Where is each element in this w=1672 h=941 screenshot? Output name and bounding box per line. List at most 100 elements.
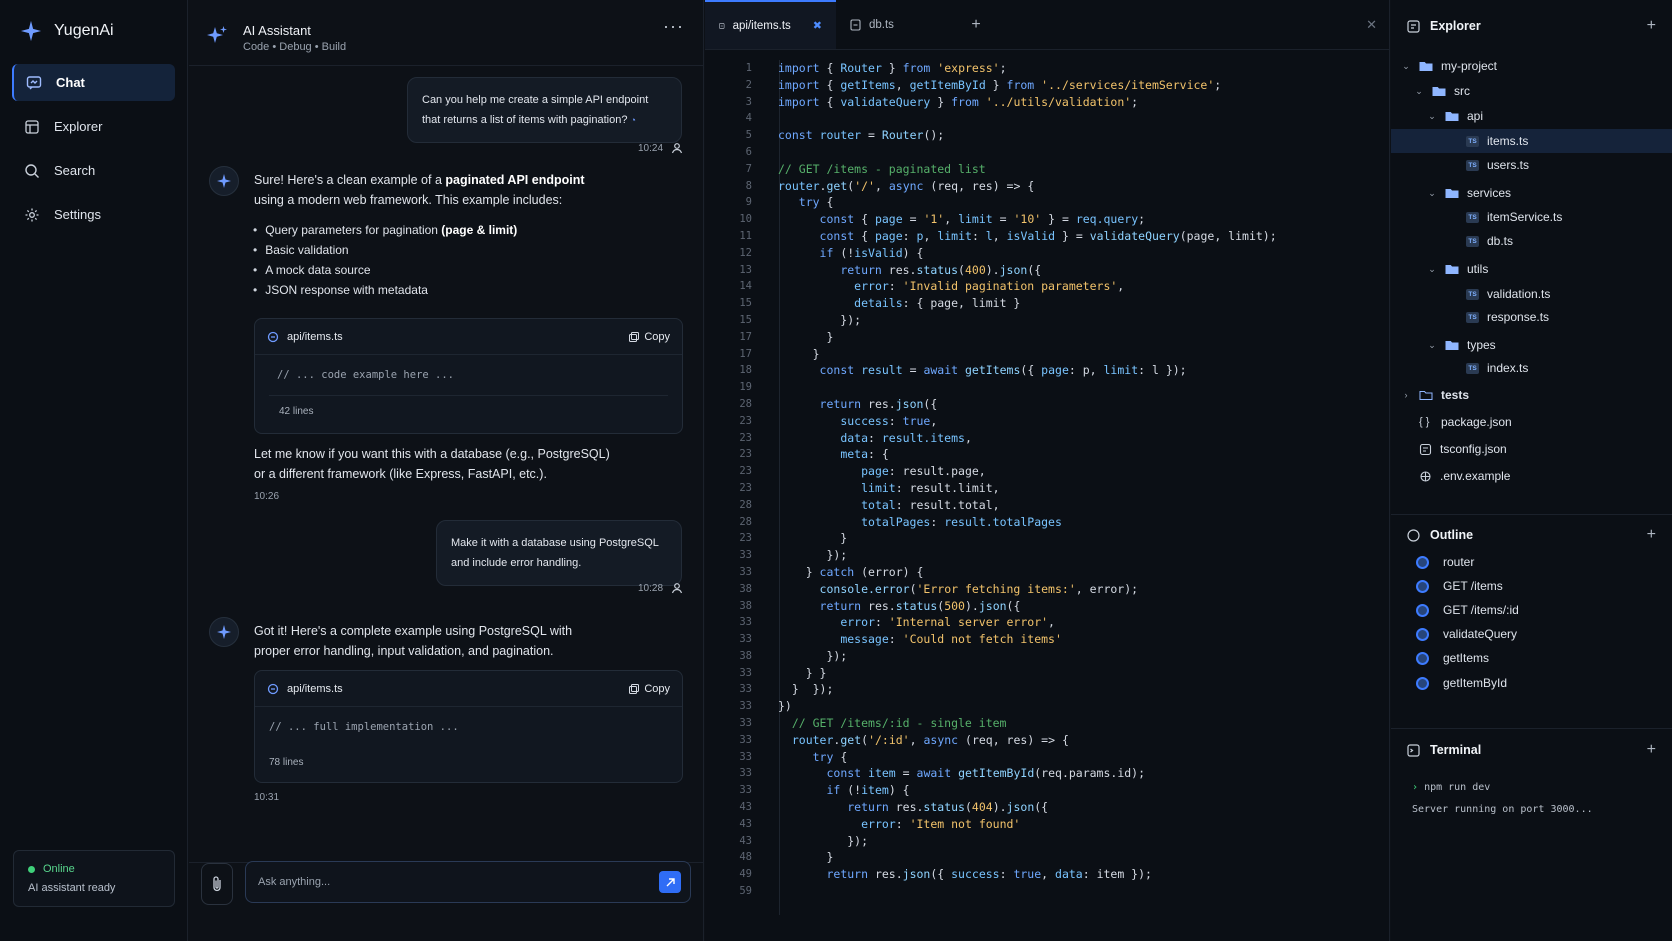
line-number: 43 — [739, 817, 752, 830]
chat-panel: AI Assistant Code • Debug • Build ··· Ca… — [189, 0, 704, 941]
tree-item-utils[interactable]: ⌄ utils — [1391, 257, 1672, 281]
tree-item-db-ts[interactable]: TS db.ts — [1391, 229, 1672, 253]
terminal-command[interactable]: › npm run dev — [1412, 782, 1490, 793]
chat-input-row — [189, 861, 704, 941]
tree-item-env-example[interactable]: .env.example — [1391, 464, 1672, 488]
code-line: page: result.page, — [861, 464, 986, 479]
typescript-file-icon: TS — [1466, 211, 1479, 223]
tree-item-src[interactable]: ⌄ src — [1391, 79, 1672, 103]
ai-avatar — [209, 617, 239, 647]
nav-item-chat[interactable]: Chat — [12, 64, 175, 101]
copy-button[interactable]: Copy — [629, 683, 670, 695]
send-icon — [666, 877, 675, 886]
folder-icon — [1432, 87, 1446, 96]
folder-icon — [1419, 62, 1433, 71]
tree-item-services[interactable]: ⌄ services — [1391, 181, 1672, 205]
attach-button[interactable] — [201, 863, 233, 905]
code-line: total: result.total, — [861, 497, 1000, 512]
env-file-icon — [1420, 470, 1431, 482]
outline-item[interactable]: router — [1416, 551, 1474, 573]
chat-input[interactable] — [245, 861, 691, 903]
tree-item-validation-ts[interactable]: TS validation.ts — [1391, 282, 1672, 306]
copy-button[interactable]: Copy — [629, 331, 670, 343]
outline-add-button[interactable]: + — [1647, 526, 1656, 544]
tree-item-api[interactable]: ⌄ api — [1391, 104, 1672, 128]
outline-item[interactable]: validateQuery — [1416, 623, 1517, 645]
nav-item-settings[interactable]: Settings — [12, 196, 175, 233]
chevron-right-icon[interactable]: › — [1401, 390, 1411, 400]
tree-item-package-json[interactable]: { } package.json — [1391, 410, 1672, 434]
terminal-add-button[interactable]: + — [1647, 741, 1656, 759]
tree-item-my-project[interactable]: ⌄ my-project — [1391, 54, 1672, 78]
nav-item-explorer[interactable]: Explorer — [12, 108, 175, 145]
more-options-icon[interactable]: ··· — [663, 16, 684, 37]
chevron-down-icon[interactable]: ⌄ — [1427, 340, 1437, 351]
outline-label: GET /items — [1443, 579, 1503, 593]
explorer-add-button[interactable]: + — [1647, 17, 1656, 35]
tree-item-label: api — [1467, 109, 1484, 123]
user-message: Can you help me create a simple API endp… — [407, 77, 682, 143]
typescript-file-icon: TS — [1466, 135, 1479, 147]
code-line: try { — [812, 749, 848, 764]
line-number: 23 — [739, 431, 752, 444]
line-number: 14 — [739, 280, 752, 293]
line-number: 38 — [739, 599, 752, 612]
chevron-down-icon[interactable]: ⌄ — [1427, 264, 1437, 275]
tree-item-tests[interactable]: › tests — [1391, 383, 1672, 407]
tree-item-itemservice-ts[interactable]: TS itemService.ts — [1391, 205, 1672, 229]
symbol-icon — [1416, 651, 1429, 665]
outline-item[interactable]: GET /items — [1416, 575, 1503, 597]
user-avatar-icon — [671, 143, 683, 154]
line-number: 23 — [739, 448, 752, 461]
cursor-icon: ◔ — [630, 115, 636, 125]
send-button[interactable] — [659, 871, 681, 893]
tab-db-ts[interactable]: db.ts — [836, 0, 956, 49]
tree-item-label: items.ts — [1487, 134, 1529, 148]
tree-item-users-ts[interactable]: TS users.ts — [1391, 153, 1672, 177]
line-number: 33 — [739, 784, 752, 797]
line-number: 33 — [739, 750, 752, 763]
line-number: 6 — [745, 145, 752, 158]
code-filename: api/items.ts — [287, 682, 343, 695]
tree-item-types[interactable]: ⌄ types — [1391, 333, 1672, 357]
line-number: 1 — [745, 62, 752, 74]
folder-icon — [1445, 112, 1459, 121]
copy-label: Copy — [644, 330, 670, 343]
line-number: 18 — [739, 364, 752, 377]
outline-item[interactable]: GET /items/:id — [1416, 599, 1519, 621]
code-line: details: { page, limit } — [854, 296, 1021, 311]
code-line: const { page = '1', limit = '10' } = req… — [819, 212, 1146, 227]
code-line: const { page: p, limit: l, isValid } = v… — [819, 228, 1277, 243]
code-card: api/items.ts Copy // ... full implementa… — [254, 670, 683, 783]
chevron-down-icon[interactable]: ⌄ — [1427, 111, 1437, 122]
code-line: try { — [798, 195, 834, 210]
outline-item[interactable]: getItemById — [1416, 672, 1507, 694]
chevron-down-icon[interactable]: ⌄ — [1427, 188, 1437, 199]
close-tab-icon[interactable]: ✖ — [813, 19, 822, 32]
chevron-down-icon[interactable]: ⌄ — [1414, 86, 1424, 97]
online-dot-icon — [28, 865, 35, 873]
code-line: } — [778, 346, 820, 361]
sparkles-icon — [207, 26, 227, 43]
new-tab-button[interactable]: + — [956, 0, 996, 49]
outline-item[interactable]: getItems — [1416, 647, 1489, 669]
code-line: router.get('/', async (req, res) => { — [778, 178, 1035, 193]
close-editor-icon[interactable]: ✕ — [1366, 17, 1377, 33]
line-number: 13 — [739, 263, 752, 276]
explorer-title: Explorer — [1430, 19, 1481, 33]
line-number: 28 — [739, 515, 752, 528]
tab-items-ts[interactable]: api/items.ts ✖ — [705, 0, 836, 49]
tree-item-response-ts[interactable]: TS response.ts — [1391, 305, 1672, 329]
chevron-down-icon[interactable]: ⌄ — [1401, 61, 1411, 72]
symbol-icon — [1416, 627, 1429, 641]
tree-item-index-ts[interactable]: TS index.ts — [1391, 356, 1672, 380]
tree-item-items-ts[interactable]: TS items.ts — [1391, 129, 1672, 153]
tree-item-tsconfig-json[interactable]: tsconfig.json — [1391, 437, 1672, 461]
outline-label: getItems — [1443, 651, 1490, 665]
code-line: } } — [778, 665, 827, 680]
code-line: const router = Router(); — [778, 128, 945, 143]
chat-title: AI Assistant — [243, 23, 311, 38]
code-line: router.get('/:id', async (req, res) => { — [791, 732, 1069, 747]
nav-item-search[interactable]: Search — [12, 152, 175, 189]
